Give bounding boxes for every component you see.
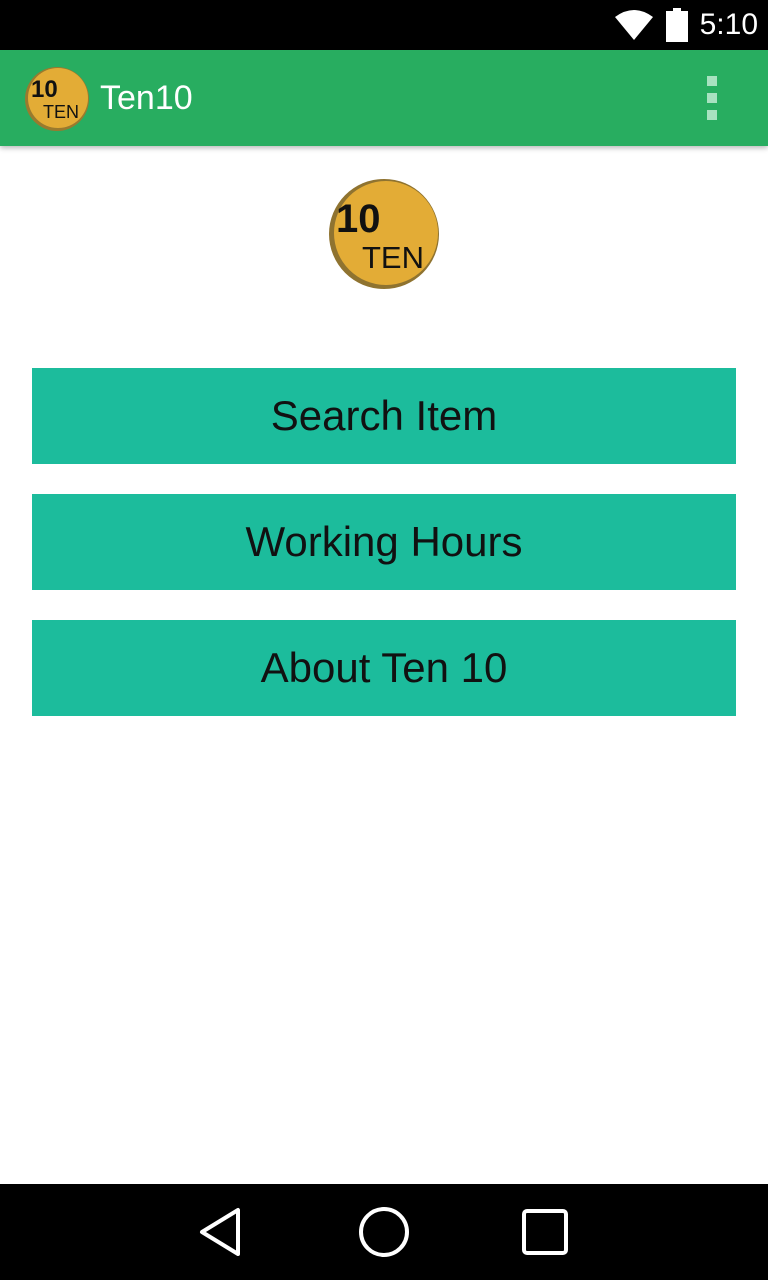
home-icon[interactable] bbox=[354, 1206, 414, 1258]
app-logo-word: TEN bbox=[43, 102, 79, 122]
center-logo-number: 10 bbox=[336, 197, 381, 241]
main-content: 10 TEN Search Item Working Hours About T… bbox=[0, 146, 768, 1184]
status-bar: 5:10 bbox=[0, 0, 768, 50]
menu-dot bbox=[707, 93, 717, 103]
status-indicators: 5:10 bbox=[614, 0, 758, 50]
menu-dot bbox=[707, 76, 717, 86]
app-bar: 10 TEN Ten10 bbox=[0, 50, 768, 146]
center-logo-word: TEN bbox=[362, 240, 424, 275]
app-logo: 10 TEN bbox=[25, 67, 89, 131]
center-logo: 10 TEN bbox=[329, 179, 439, 289]
about-button[interactable]: About Ten 10 bbox=[32, 620, 736, 716]
working-hours-button[interactable]: Working Hours bbox=[32, 494, 736, 590]
app-title: Ten10 bbox=[100, 79, 193, 117]
recents-icon[interactable] bbox=[514, 1206, 574, 1258]
battery-icon bbox=[665, 8, 688, 42]
navigation-bar bbox=[0, 1184, 768, 1280]
screen: 5:10 10 TEN Ten10 10 TEN Search Item Wor… bbox=[0, 0, 768, 1280]
menu-dot bbox=[707, 110, 717, 120]
status-time: 5:10 bbox=[699, 8, 758, 41]
app-logo-number: 10 bbox=[31, 76, 58, 103]
search-item-button[interactable]: Search Item bbox=[32, 368, 736, 464]
wifi-icon bbox=[614, 10, 653, 40]
overflow-menu-icon[interactable] bbox=[696, 76, 728, 120]
back-icon[interactable] bbox=[192, 1206, 252, 1258]
